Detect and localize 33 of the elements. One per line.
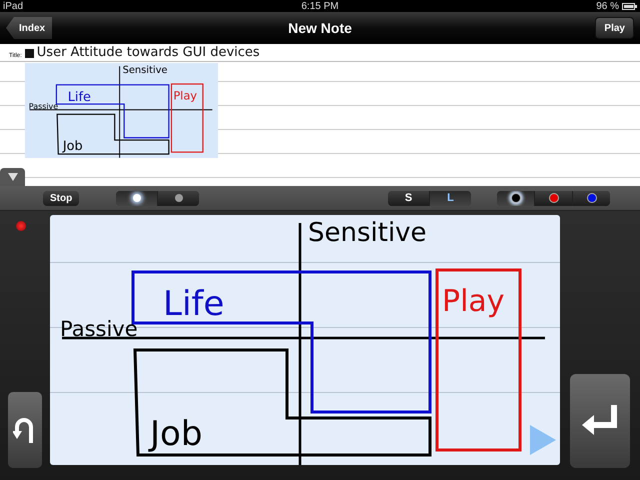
triangle-down-icon xyxy=(8,173,18,181)
sketch-label: Passive xyxy=(60,317,138,341)
stop-button[interactable]: Stop xyxy=(43,190,80,206)
size-button[interactable]: L xyxy=(430,190,471,206)
bullet-icon xyxy=(24,48,34,58)
clock: 6:15 PM xyxy=(301,0,339,12)
return-button[interactable] xyxy=(570,374,630,468)
drawing-canvas[interactable]: Sensitive Life Play Passive Job xyxy=(50,215,560,465)
sketch-label: Sensitive xyxy=(308,218,427,248)
pen-mode-button[interactable] xyxy=(158,190,200,206)
sketch-label: Life xyxy=(163,284,224,324)
battery-icon xyxy=(622,2,637,10)
device-name: iPad xyxy=(3,0,24,12)
sketch-label: Sensitive xyxy=(122,65,168,76)
sketch-label: Job xyxy=(62,139,83,154)
sketch-label: Play xyxy=(173,88,198,103)
undo-button[interactable] xyxy=(8,392,42,468)
sketch-label: Play xyxy=(442,284,505,319)
sketch-label: Life xyxy=(68,90,91,106)
note-title: User Attitude towards GUI devices xyxy=(36,45,260,61)
collapse-tab[interactable] xyxy=(0,168,25,186)
window-title: New Note xyxy=(288,20,352,36)
size-button[interactable]: S xyxy=(388,190,429,206)
battery-percent: 96 % xyxy=(596,0,619,12)
color-button[interactable] xyxy=(535,190,572,206)
back-button[interactable]: Index xyxy=(6,17,52,39)
recording-icon xyxy=(16,221,26,231)
play-button[interactable]: Play xyxy=(595,17,634,39)
color-button[interactable] xyxy=(497,190,534,206)
color-button[interactable] xyxy=(573,190,610,206)
sketch-label: Job xyxy=(150,414,202,454)
play-region xyxy=(170,83,204,153)
pen-mode-button[interactable] xyxy=(116,190,158,206)
